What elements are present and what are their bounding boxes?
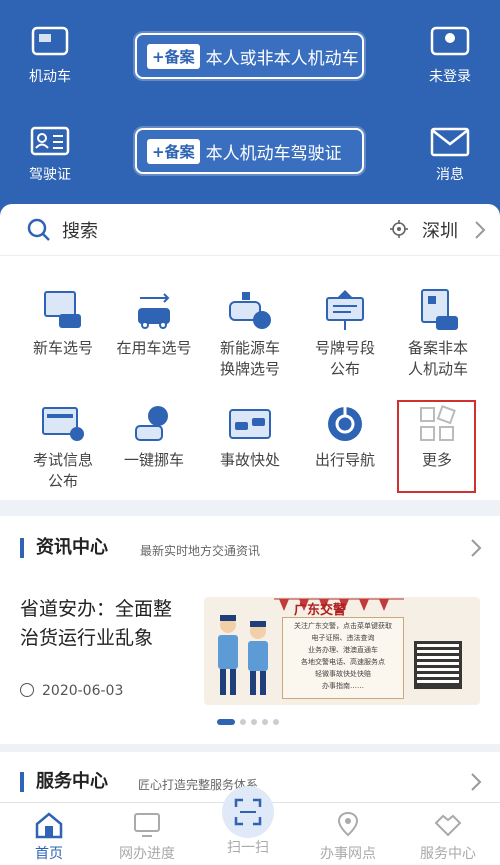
register-other-car-label: 备案非本 人机动车 bbox=[407, 339, 468, 378]
scan-icon bbox=[234, 798, 262, 826]
banner-line: 电子证照、违法查询 bbox=[311, 634, 375, 642]
register-license-text: 本人机动车驾驶证 bbox=[205, 143, 342, 164]
tab-home[interactable]: 首页 bbox=[9, 811, 89, 863]
car-label: 机动车 bbox=[29, 69, 71, 85]
register-vehicle-button[interactable]: +备案 本人或非本人机动车 bbox=[135, 33, 364, 79]
clock-icon bbox=[20, 683, 34, 697]
handshake-icon bbox=[434, 814, 462, 837]
monitor-icon bbox=[134, 813, 160, 837]
plate-sign-icon bbox=[326, 290, 364, 330]
banner-text-box: 关注广东交警，点击菜单键获取 电子证照、违法查询 业务办理、港澳直通车 各地交警… bbox=[282, 617, 404, 699]
tab-scan-label: 扫一扫 bbox=[227, 840, 269, 856]
banner-line: 业务办理、港澳直通车 bbox=[308, 646, 378, 654]
move-car-item[interactable]: 一键挪车 bbox=[104, 404, 204, 471]
accident-label: 事故快处 bbox=[219, 451, 280, 469]
envelope-icon bbox=[430, 127, 470, 157]
banner-title: 广东交警 bbox=[294, 603, 347, 618]
chevron-right-icon[interactable] bbox=[470, 538, 482, 558]
new-car-plate-item[interactable]: 新车选号 bbox=[13, 288, 113, 359]
car-button[interactable]: 机动车 bbox=[10, 24, 90, 86]
tab-outlets[interactable]: 办事网点 bbox=[308, 811, 388, 863]
carousel-dots bbox=[217, 719, 279, 725]
more-highlight-box bbox=[397, 400, 476, 493]
plate-range-item[interactable]: 号牌号段 公布 bbox=[295, 288, 395, 380]
header: 机动车 未登录 驾驶证 消息 +备案 本人或非本人机动车 +备案 本人机动车驾驶… bbox=[0, 0, 500, 232]
register-car-icon bbox=[421, 289, 458, 330]
register-tag: +备案 bbox=[147, 138, 200, 164]
news-section-subtitle: 最新实时地方交通资讯 bbox=[140, 544, 261, 558]
license-label: 驾驶证 bbox=[29, 167, 71, 183]
register-other-car-item[interactable]: 备案非本 人机动车 bbox=[388, 288, 488, 380]
message-label: 消息 bbox=[436, 167, 464, 183]
search-bar[interactable]: 搜索 深圳 bbox=[0, 204, 500, 256]
chevron-right-icon[interactable] bbox=[470, 772, 482, 792]
tab-home-label: 首页 bbox=[35, 846, 63, 862]
exam-info-label: 考试信息 公布 bbox=[32, 451, 93, 490]
move-car-icon bbox=[135, 406, 168, 441]
home-icon bbox=[35, 812, 63, 839]
new-car-icon bbox=[44, 291, 81, 328]
license-button[interactable]: 驾驶证 bbox=[10, 126, 90, 184]
exam-info-icon bbox=[42, 407, 84, 441]
ev-car-icon bbox=[229, 292, 271, 329]
tab-progress[interactable]: 网办进度 bbox=[107, 811, 187, 863]
service-center-title: 服务中心 bbox=[20, 772, 108, 792]
license-icon bbox=[30, 126, 70, 156]
used-car-label: 在用车选号 bbox=[116, 339, 192, 357]
carousel-dot bbox=[273, 719, 279, 725]
used-car-icon bbox=[138, 293, 170, 329]
scan-button[interactable] bbox=[222, 786, 274, 838]
carousel-dot bbox=[240, 719, 246, 725]
register-vehicle-text: 本人或非本人机动车 bbox=[205, 48, 359, 69]
tab-progress-label: 网办进度 bbox=[119, 846, 175, 862]
carousel-dot bbox=[251, 719, 257, 725]
login-label: 未登录 bbox=[429, 69, 471, 85]
police-officers-illustration bbox=[218, 615, 268, 695]
accident-icon bbox=[229, 409, 271, 439]
navigation-icon bbox=[328, 407, 362, 441]
chevron-right-icon bbox=[475, 221, 486, 239]
news-headline[interactable]: 省道安办：全面整治货运行业乱象 bbox=[20, 595, 190, 653]
login-button[interactable]: 未登录 bbox=[410, 24, 490, 86]
banner-line: 轻微事故快处快赔 bbox=[315, 670, 371, 678]
register-license-button[interactable]: +备案 本人机动车驾驶证 bbox=[135, 128, 364, 174]
move-car-label: 一键挪车 bbox=[123, 451, 184, 469]
map-pin-icon bbox=[337, 811, 359, 837]
qr-code bbox=[414, 641, 462, 689]
used-car-plate-item[interactable]: 在用车选号 bbox=[104, 288, 204, 359]
message-button[interactable]: 消息 bbox=[410, 126, 490, 184]
banner-line: 关注广东交警，点击菜单键获取 bbox=[294, 622, 392, 630]
exam-info-item[interactable]: 考试信息 公布 bbox=[13, 404, 113, 492]
car-icon bbox=[31, 26, 69, 56]
navigation-item[interactable]: 出行导航 bbox=[295, 404, 395, 471]
tab-outlets-label: 办事网点 bbox=[320, 846, 376, 862]
banner-line: 办事指南…… bbox=[322, 682, 364, 690]
search-icon bbox=[27, 218, 50, 241]
news-section-title: 资讯中心 bbox=[20, 538, 108, 558]
accident-item[interactable]: 事故快处 bbox=[200, 404, 300, 471]
tab-service-center-label: 服务中心 bbox=[420, 846, 476, 862]
navigation-label: 出行导航 bbox=[314, 451, 375, 469]
news-date: 2020-06-03 bbox=[20, 683, 123, 699]
tab-scan[interactable]: 扫一扫 bbox=[208, 837, 288, 857]
carousel-dot bbox=[262, 719, 268, 725]
news-date-text: 2020-06-03 bbox=[42, 683, 124, 699]
location-icon bbox=[390, 220, 408, 238]
banner-line: 各地交警电话、高速服务点 bbox=[301, 658, 385, 666]
new-car-label: 新车选号 bbox=[32, 339, 93, 357]
register-tag: +备案 bbox=[147, 43, 200, 69]
ev-plate-item[interactable]: 新能源车 换牌选号 bbox=[200, 288, 300, 380]
user-icon bbox=[430, 26, 470, 56]
tab-service-center[interactable]: 服务中心 bbox=[408, 811, 488, 863]
plate-range-label: 号牌号段 公布 bbox=[314, 339, 375, 378]
ev-plate-label: 新能源车 换牌选号 bbox=[219, 339, 280, 378]
carousel-dot-active bbox=[217, 719, 235, 725]
news-banner[interactable]: 广东交警 关注广东交警，点击菜单键获取 电子证照、违法查询 业务办理、港澳直通车… bbox=[204, 597, 480, 705]
search-label: 搜索 bbox=[62, 220, 98, 242]
city-selector[interactable]: 深圳 bbox=[422, 217, 458, 243]
